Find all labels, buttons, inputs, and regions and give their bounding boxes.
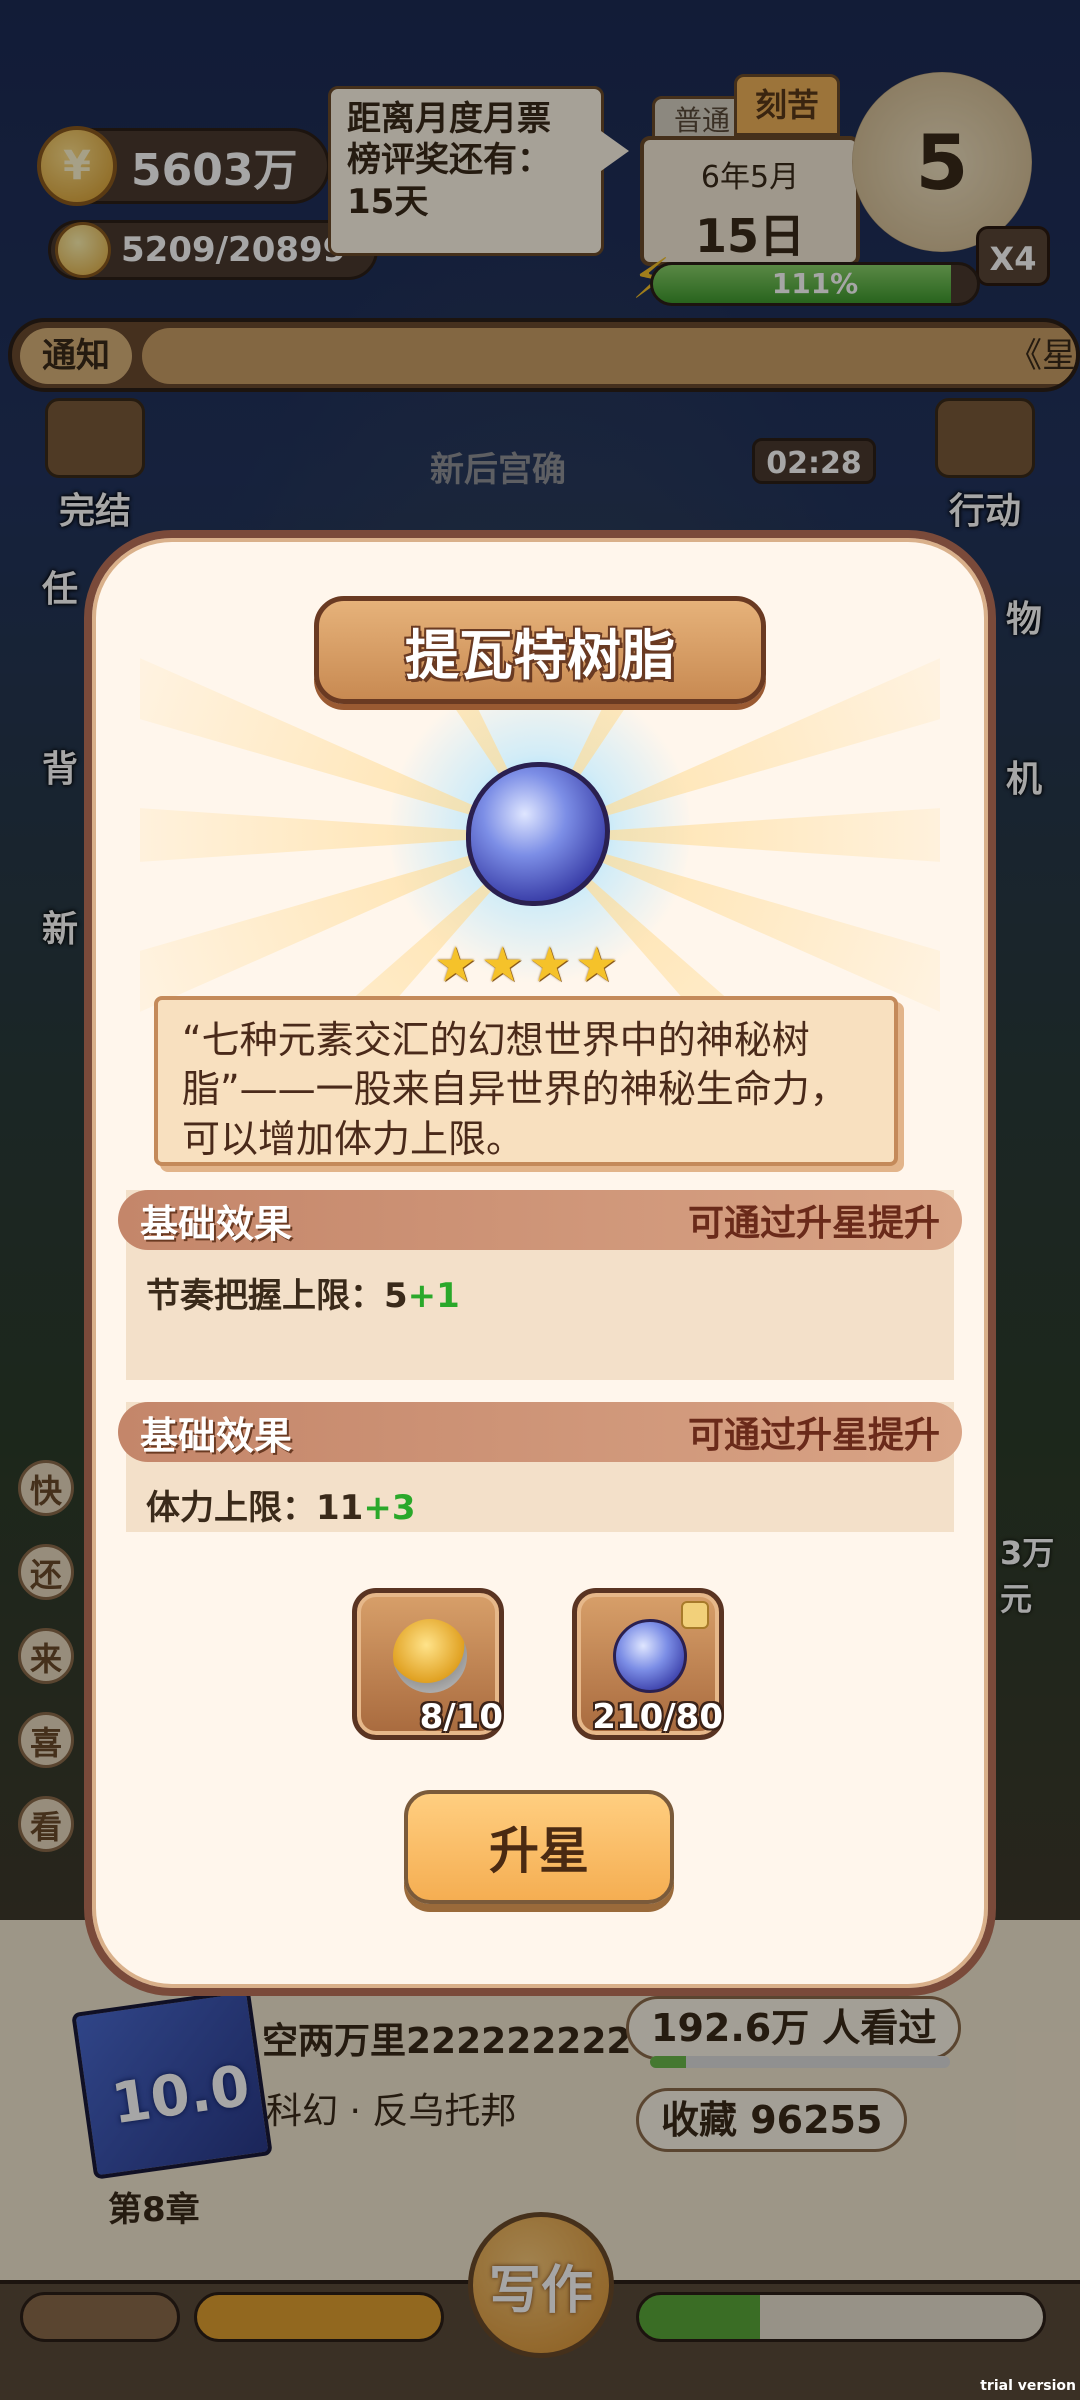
- golden-finger-icon: [393, 1619, 467, 1693]
- effect-header: 基础效果 可通过升星提升: [118, 1190, 962, 1250]
- upgrade-star-button[interactable]: 升星: [404, 1790, 674, 1904]
- effect-value: 11: [316, 1488, 364, 1528]
- trial-watermark: trial version: [980, 2378, 1076, 2394]
- star-rating: ★ ★ ★ ★: [434, 940, 646, 990]
- star-icon: ★: [481, 937, 525, 993]
- effect-bonus: +3: [363, 1488, 416, 1528]
- effect-section-2: 基础效果 可通过升星提升 体力上限：11+3: [118, 1402, 962, 1532]
- effect-header-title: 基础效果: [140, 1413, 293, 1458]
- resin-icon: [613, 1619, 687, 1693]
- effect-header: 基础效果 可通过升星提升: [118, 1402, 962, 1462]
- material-slot-resin[interactable]: 210/80: [572, 1588, 724, 1740]
- material-slot-golden-finger[interactable]: 8/10: [352, 1588, 504, 1740]
- effect-bonus: +1: [407, 1276, 460, 1316]
- effect-line: 节奏把握上限：5+1: [126, 1250, 954, 1335]
- effect-label: 节奏把握上限：: [146, 1276, 384, 1316]
- star-icon: ★: [434, 937, 478, 993]
- effect-header-hint: 可通过升星提升: [687, 1203, 940, 1244]
- material-count: 8/10: [419, 1697, 503, 1737]
- star-icon: ★: [528, 937, 572, 993]
- effect-header-title: 基础效果: [140, 1201, 293, 1246]
- effect-section-1: 基础效果 可通过升星提升 节奏把握上限：5+1: [118, 1190, 962, 1380]
- material-count: 210/80: [592, 1697, 723, 1737]
- effect-header-hint: 可通过升星提升: [687, 1415, 940, 1456]
- puzzle-piece-icon: [681, 1601, 709, 1629]
- item-title: 提瓦特树脂: [314, 596, 766, 704]
- effect-label: 体力上限：: [146, 1488, 316, 1528]
- item-description: “七种元素交汇的幻想世界中的神秘树脂”——一股来自异世界的神秘生命力，可以增加体…: [154, 996, 898, 1166]
- effect-line: 体力上限：11+3: [126, 1462, 954, 1547]
- effect-value: 5: [384, 1276, 408, 1316]
- star-icon: ★: [575, 937, 619, 993]
